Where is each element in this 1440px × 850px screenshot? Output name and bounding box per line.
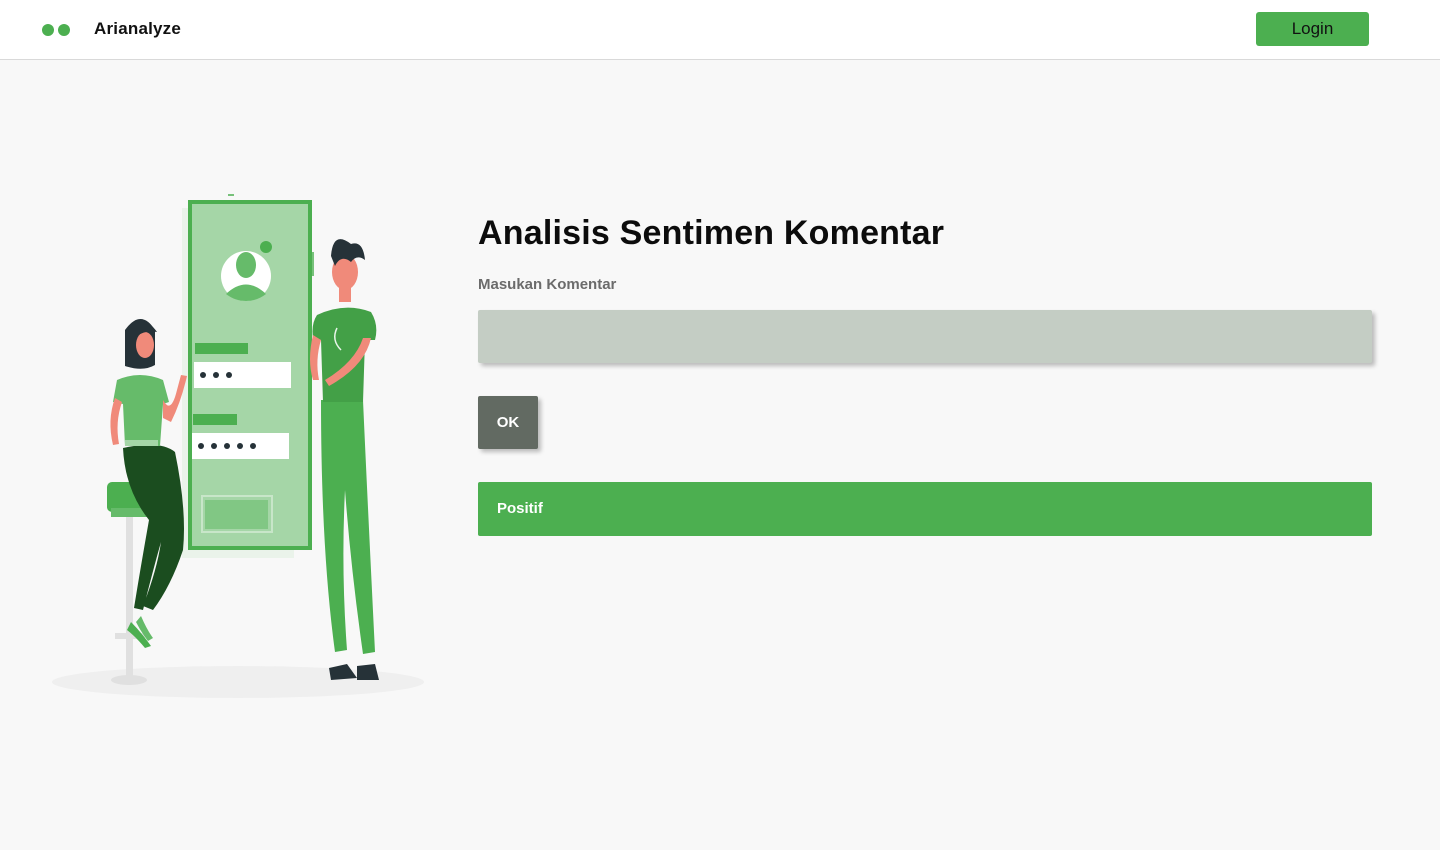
logo-dot-left bbox=[42, 24, 54, 36]
stool-leg bbox=[126, 517, 133, 682]
comment-input[interactable] bbox=[478, 310, 1372, 363]
man-legs bbox=[321, 400, 375, 654]
stool-foot bbox=[111, 675, 147, 685]
label-bar-2 bbox=[193, 414, 237, 425]
navbar: Arianalyze Login bbox=[0, 0, 1440, 60]
login-button[interactable]: Login bbox=[1256, 12, 1369, 46]
sentiment-result: Positif bbox=[478, 482, 1372, 536]
password-field-1 bbox=[194, 362, 291, 388]
page-title: Analisis Sentimen Komentar bbox=[478, 214, 945, 252]
woman-torso bbox=[113, 375, 169, 446]
label-bar-1 bbox=[195, 343, 248, 354]
woman-belt bbox=[125, 440, 158, 446]
ok-button[interactable]: OK bbox=[478, 396, 538, 449]
woman-arm-left bbox=[110, 398, 122, 445]
people-illustration bbox=[52, 194, 424, 698]
man-torso bbox=[312, 307, 377, 402]
brand-name: Arianalyze bbox=[94, 19, 182, 38]
comment-input-label: Masukan Komentar bbox=[478, 276, 617, 293]
woman-face bbox=[136, 332, 154, 358]
notification-dot bbox=[260, 241, 272, 253]
form-button bbox=[205, 500, 268, 529]
logo-dot-right bbox=[58, 24, 70, 36]
man-neck bbox=[339, 286, 351, 302]
avatar-head bbox=[236, 252, 256, 278]
logo-icon bbox=[42, 24, 72, 36]
man-shoe-2 bbox=[357, 664, 379, 680]
man-arm-left bbox=[310, 335, 321, 380]
